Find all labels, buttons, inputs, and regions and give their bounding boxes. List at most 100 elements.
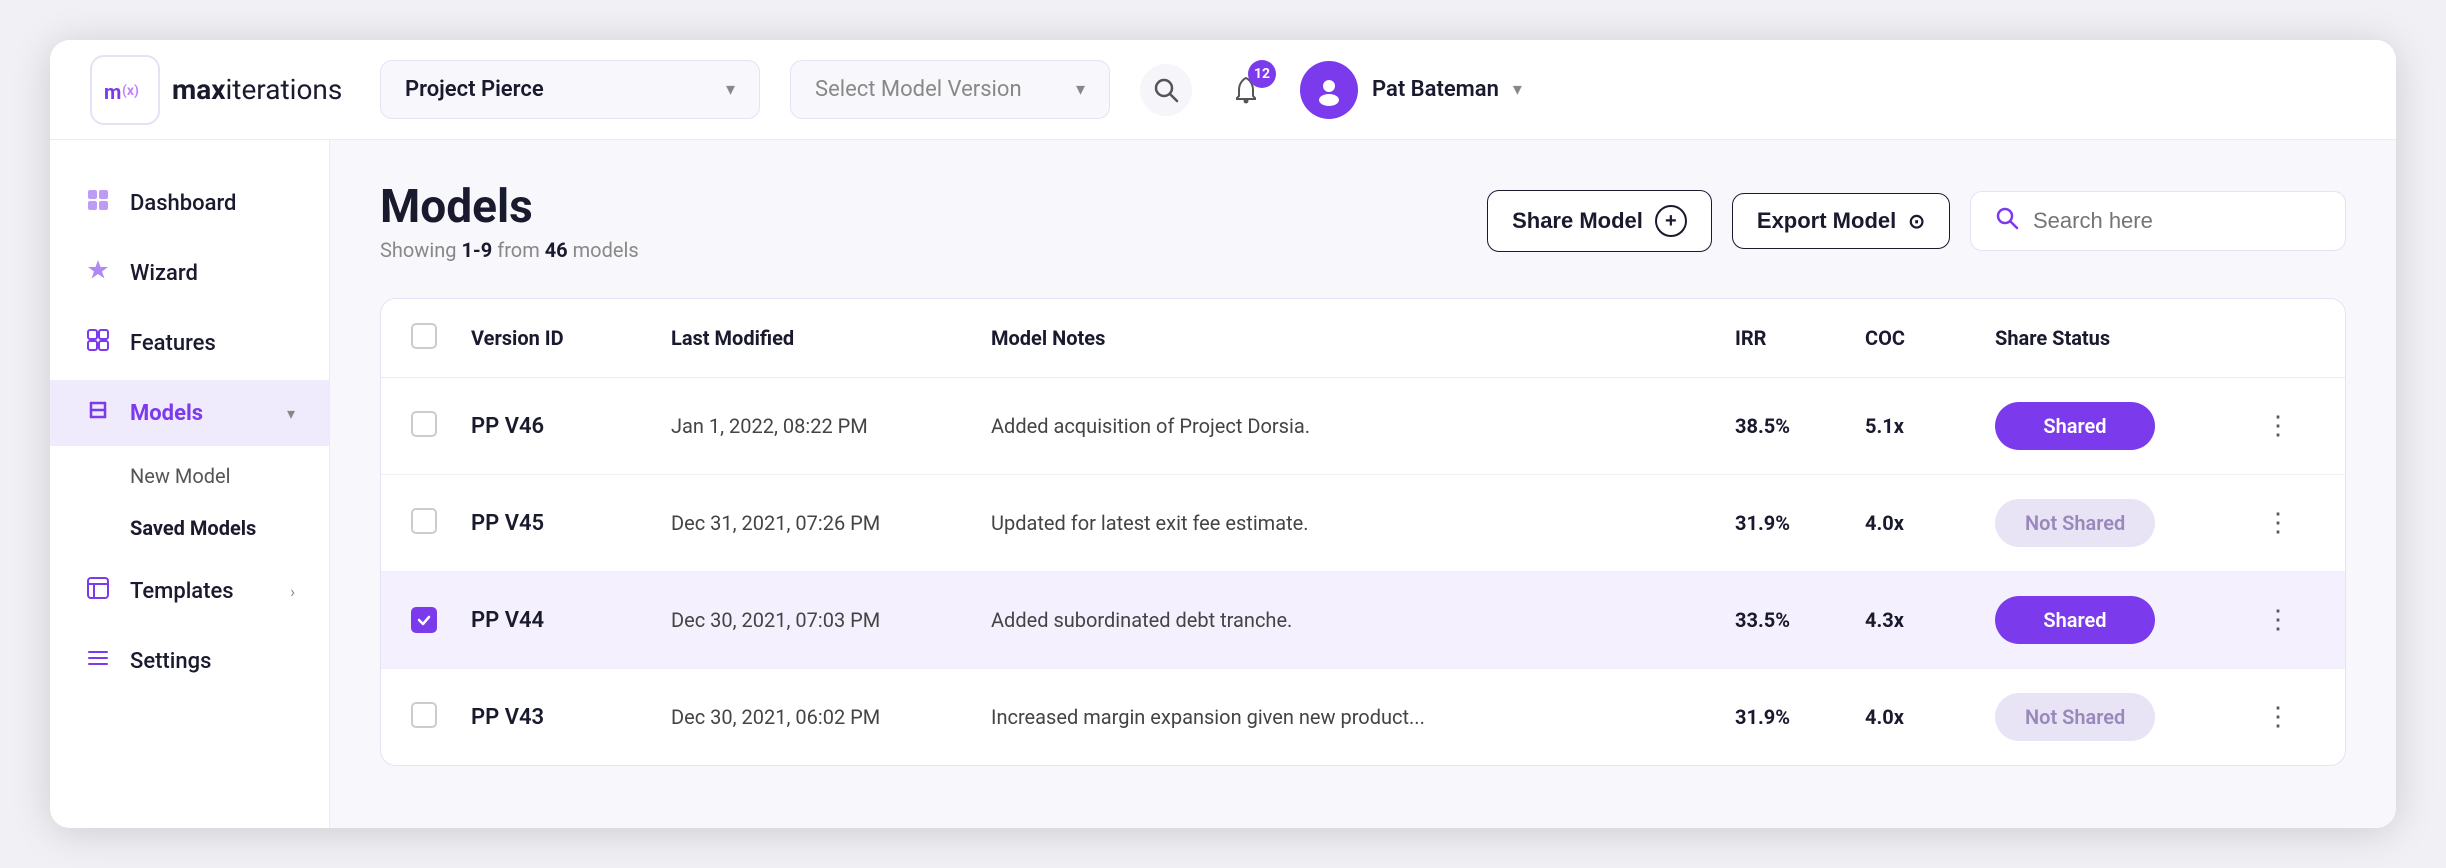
more-options-ppv45[interactable]: ⋮ xyxy=(2255,504,2315,542)
sidebar-item-settings[interactable]: Settings xyxy=(50,628,329,694)
features-label: Features xyxy=(130,331,216,356)
header-model-notes: Model Notes xyxy=(991,326,1735,350)
row-status-ppv46[interactable]: Shared xyxy=(1995,402,2255,450)
row-status-ppv45[interactable]: Not Shared xyxy=(1995,499,2255,547)
templates-icon xyxy=(84,576,112,606)
user-chevron-icon: ▾ xyxy=(1513,79,1522,100)
row-version-id-ppv43: PP V43 xyxy=(471,705,671,730)
page-title: Models xyxy=(380,180,639,234)
table-row: PP V45 Dec 31, 2021, 07:26 PM Updated fo… xyxy=(381,475,2345,572)
row-date-ppv46: Jan 1, 2022, 08:22 PM xyxy=(671,414,991,438)
row-irr-ppv43: 31.9% xyxy=(1735,705,1865,729)
row-version-id-ppv46: PP V46 xyxy=(471,414,671,439)
row-checkbox-ppv46[interactable] xyxy=(411,411,471,441)
models-submenu: New Model Saved Models xyxy=(50,450,329,554)
row-coc-ppv46: 5.1x xyxy=(1865,414,1995,438)
project-selector[interactable]: Project Pierce ▾ xyxy=(380,60,760,119)
header-version-id: Version ID xyxy=(471,326,671,350)
templates-chevron-icon: › xyxy=(290,582,295,601)
row-date-ppv44: Dec 30, 2021, 07:03 PM xyxy=(671,608,991,632)
sidebar-item-templates[interactable]: Templates › xyxy=(50,558,329,624)
row-irr-ppv46: 38.5% xyxy=(1735,414,1865,438)
more-options-ppv46[interactable]: ⋮ xyxy=(2255,407,2315,445)
features-icon xyxy=(84,328,112,358)
row-coc-ppv44: 4.3x xyxy=(1865,608,1995,632)
settings-icon xyxy=(84,646,112,676)
row-status-ppv44[interactable]: Shared xyxy=(1995,596,2255,644)
logo-text: maxiterations xyxy=(172,73,342,106)
more-options-ppv44[interactable]: ⋮ xyxy=(2255,601,2315,639)
search-button[interactable] xyxy=(1140,64,1192,116)
row-version-id-ppv45: PP V45 xyxy=(471,511,671,536)
main-content: Models Showing 1-9 from 46 models Share … xyxy=(330,140,2396,828)
row-status-ppv43[interactable]: Not Shared xyxy=(1995,693,2255,741)
header-actions: Share Model + Export Model ⊙ xyxy=(1487,190,2346,252)
settings-label: Settings xyxy=(130,649,211,674)
svg-text:m: m xyxy=(104,80,121,104)
row-irr-ppv44: 33.5% xyxy=(1735,608,1865,632)
share-model-label: Share Model xyxy=(1512,208,1643,234)
table-row: PP V43 Dec 30, 2021, 06:02 PM Increased … xyxy=(381,669,2345,765)
row-notes-ppv46: Added acquisition of Project Dorsia. xyxy=(991,414,1735,438)
dashboard-label: Dashboard xyxy=(130,191,236,216)
sidebar-item-models[interactable]: Models ▾ xyxy=(50,380,329,446)
row-checkbox-ppv43[interactable] xyxy=(411,702,471,732)
export-model-button[interactable]: Export Model ⊙ xyxy=(1732,193,1950,249)
showing-text: Showing 1-9 from 46 models xyxy=(380,238,639,262)
sidebar-item-features[interactable]: Features xyxy=(50,310,329,376)
logo-area: m (x) maxiterations xyxy=(90,55,350,125)
search-box-icon xyxy=(1995,206,2019,236)
row-notes-ppv43: Increased margin expansion given new pro… xyxy=(991,705,1735,729)
search-box[interactable] xyxy=(1970,191,2346,251)
sidebar-item-wizard[interactable]: Wizard xyxy=(50,240,329,306)
more-options-ppv43[interactable]: ⋮ xyxy=(2255,698,2315,736)
user-avatar xyxy=(1300,61,1358,119)
not-shared-badge-ppv43: Not Shared xyxy=(1995,693,2155,741)
shared-badge-ppv46: Shared xyxy=(1995,402,2155,450)
main-layout: Dashboard Wizard xyxy=(50,140,2396,828)
sidebar-sub-new-model[interactable]: New Model xyxy=(130,450,329,502)
header-irr: IRR xyxy=(1735,326,1865,350)
wizard-icon xyxy=(84,258,112,288)
header-checkbox[interactable] xyxy=(411,323,471,353)
svg-text:(x): (x) xyxy=(122,83,139,99)
version-chevron-icon: ▾ xyxy=(1076,79,1085,100)
row-checkbox-ppv44[interactable] xyxy=(411,607,471,633)
row-irr-ppv45: 31.9% xyxy=(1735,511,1865,535)
share-model-button[interactable]: Share Model + xyxy=(1487,190,1712,252)
version-selector[interactable]: Select Model Version ▾ xyxy=(790,60,1110,119)
notification-badge: 12 xyxy=(1248,60,1276,88)
models-chevron-icon: ▾ xyxy=(287,404,295,423)
row-checkbox-ppv45[interactable] xyxy=(411,508,471,538)
user-menu[interactable]: Pat Bateman ▾ xyxy=(1300,61,1522,119)
user-name: Pat Bateman xyxy=(1372,77,1499,102)
nav-right: 12 Pat Bateman ▾ xyxy=(1140,61,1522,119)
sidebar-item-dashboard[interactable]: Dashboard xyxy=(50,170,329,236)
not-shared-badge-ppv45: Not Shared xyxy=(1995,499,2155,547)
title-area: Models Showing 1-9 from 46 models xyxy=(380,180,639,262)
export-icon: ⊙ xyxy=(1908,209,1925,234)
sidebar-sub-saved-models[interactable]: Saved Models xyxy=(130,502,329,554)
templates-label: Templates xyxy=(130,579,234,604)
version-placeholder: Select Model Version xyxy=(815,77,1060,102)
row-date-ppv45: Dec 31, 2021, 07:26 PM xyxy=(671,511,991,535)
header-share-status: Share Status xyxy=(1995,326,2255,350)
sidebar: Dashboard Wizard xyxy=(50,140,330,828)
notifications-button[interactable]: 12 xyxy=(1220,64,1272,116)
project-name: Project Pierce xyxy=(405,77,710,102)
models-label: Models xyxy=(130,401,203,426)
shared-badge-ppv44: Shared xyxy=(1995,596,2155,644)
logo-icon: m (x) xyxy=(90,55,160,125)
table-row: PP V44 Dec 30, 2021, 07:03 PM Added subo… xyxy=(381,572,2345,669)
table-header: Version ID Last Modified Model Notes IRR… xyxy=(381,299,2345,378)
row-notes-ppv45: Updated for latest exit fee estimate. xyxy=(991,511,1735,535)
export-model-label: Export Model xyxy=(1757,208,1896,234)
dashboard-icon xyxy=(84,188,112,218)
search-input[interactable] xyxy=(2033,208,2321,234)
content-header: Models Showing 1-9 from 46 models Share … xyxy=(380,180,2346,262)
models-table: Version ID Last Modified Model Notes IRR… xyxy=(380,298,2346,766)
table-row: PP V46 Jan 1, 2022, 08:22 PM Added acqui… xyxy=(381,378,2345,475)
header-coc: COC xyxy=(1865,326,1995,350)
header-last-modified: Last Modified xyxy=(671,326,991,350)
row-date-ppv43: Dec 30, 2021, 06:02 PM xyxy=(671,705,991,729)
